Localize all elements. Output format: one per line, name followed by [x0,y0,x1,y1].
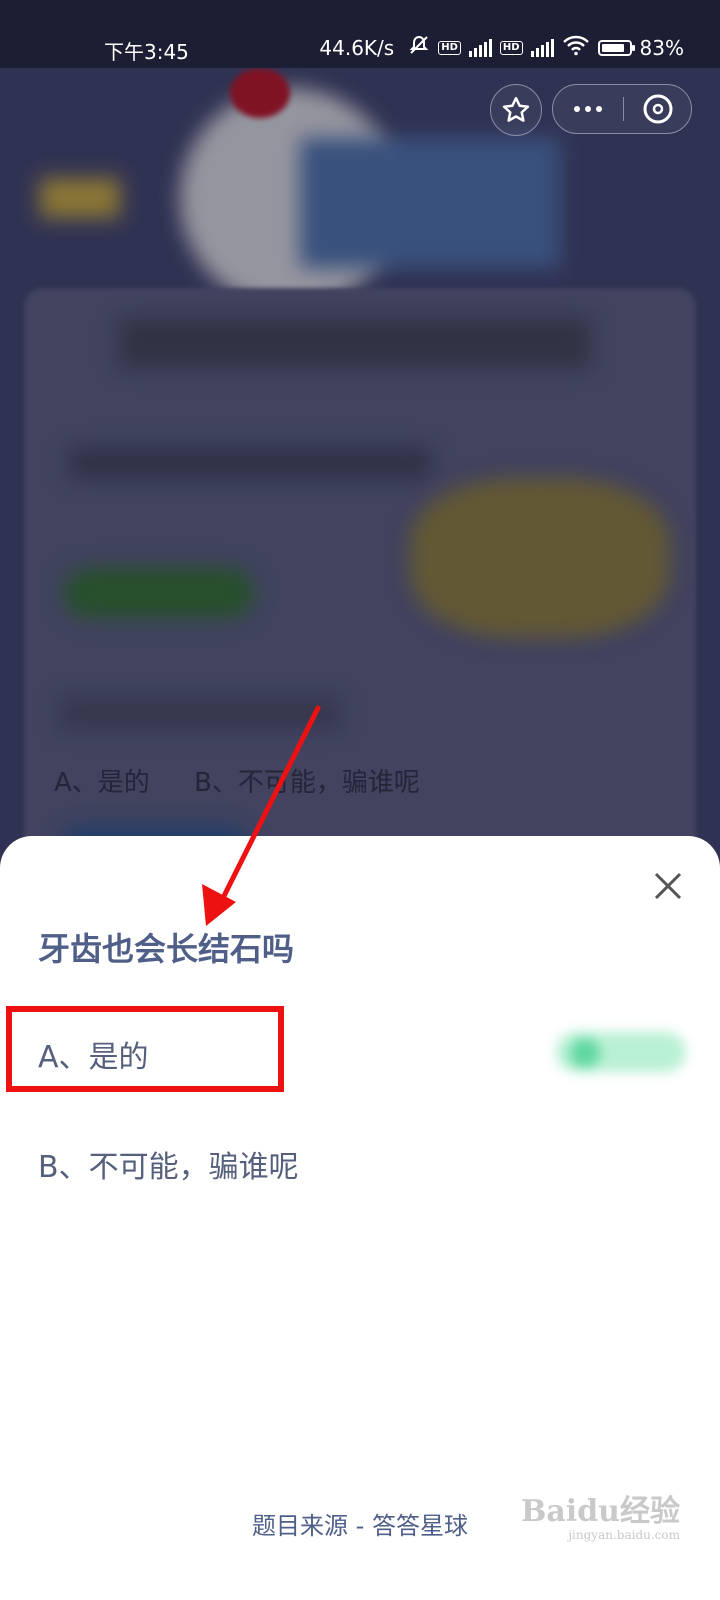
baidu-watermark: Baidu经验 jingyan.baidu.com [521,1486,680,1542]
wifi-icon [562,34,590,61]
status-bar: 下午3:45 44.6K/s HD HD 83% [0,0,720,68]
highlight-box [6,1006,284,1092]
more-button[interactable] [553,85,623,133]
question-sheet: 牙齿也会长结石吗 A、是的 B、不可能，骗谁呢 题目来源 - 答答星球 Baid… [0,836,720,1600]
hd-icon-2: HD [499,40,523,55]
hd-icon: HD [438,40,461,55]
close-icon [654,872,682,900]
star-icon [502,96,530,122]
dim-overlay [0,68,720,868]
mute-icon [408,34,430,61]
more-dots-icon [574,106,580,112]
favorite-button[interactable] [490,84,542,136]
network-speed: 44.6K/s [319,35,395,60]
status-time: 下午3:45 [104,40,189,64]
watermark-url: jingyan.baidu.com [568,1528,680,1542]
sheet-close-button[interactable] [648,866,688,906]
option-b[interactable]: B、不可能，骗谁呢 [38,1142,299,1186]
question-title: 牙齿也会长结石吗 [38,930,295,968]
signal-icon-2 [530,38,554,57]
exit-button[interactable] [623,85,693,133]
status-icons: 44.6K/s HD HD 83% [319,34,684,61]
watermark-brand: Baidu经验 [521,1494,680,1529]
battery-level: 83% [639,35,684,60]
close-circle-icon [643,94,673,124]
capsule-menu [552,84,692,134]
battery-icon [597,39,635,56]
signal-icon [468,38,492,57]
correct-badge-blur [556,1032,686,1072]
